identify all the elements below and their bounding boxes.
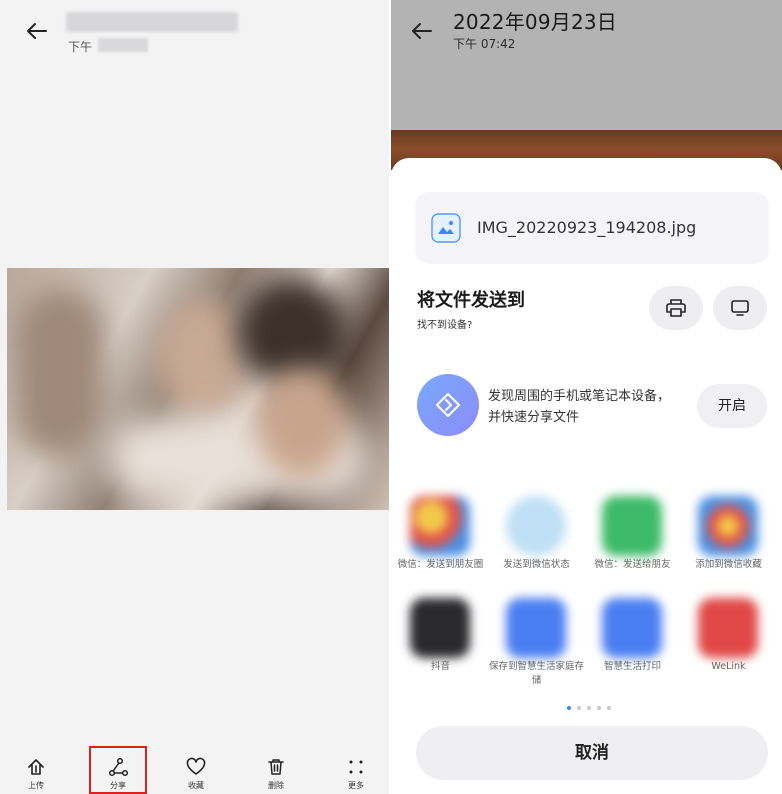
device-not-found-link[interactable]: 找不到设备? bbox=[417, 316, 472, 331]
wechat-status-icon bbox=[506, 496, 566, 556]
heart-icon bbox=[186, 757, 206, 775]
page-dot bbox=[607, 706, 611, 710]
app-label: 发送到微信状态 bbox=[503, 559, 570, 570]
page-dot-active bbox=[567, 706, 571, 710]
favorite-button[interactable]: 收藏 bbox=[170, 754, 222, 794]
page-indicator bbox=[567, 706, 627, 712]
app-label: 微信：发送到朋友圈 bbox=[397, 559, 484, 570]
wechat-favorites-icon bbox=[698, 496, 758, 556]
app-label: 微信：发送给朋友 bbox=[594, 559, 671, 570]
enable-button[interactable]: 开启 bbox=[697, 384, 767, 428]
page-dot bbox=[577, 706, 581, 710]
send-to-title: 将文件发送到 bbox=[417, 290, 525, 311]
app-label: 抖音 bbox=[430, 661, 450, 672]
blurred-photo[interactable] bbox=[7, 268, 390, 510]
file-card: IMG_20220923_194208.jpg bbox=[415, 192, 769, 264]
app-label: 智慧生活打印 bbox=[603, 661, 661, 672]
page-dot bbox=[587, 706, 591, 710]
bottom-toolbar: 上传 分享 收藏 删除 更多 bbox=[0, 754, 391, 794]
wechat-moments-icon bbox=[410, 496, 470, 556]
nearby-share-icon bbox=[417, 374, 479, 436]
smart-print-icon bbox=[602, 598, 662, 658]
nearby-share-line2: 并快速分享文件 bbox=[488, 410, 580, 425]
share-sheet: IMG_20220923_194208.jpg 将文件发送到 找不到设备? 发现… bbox=[391, 158, 782, 794]
page-dot bbox=[597, 706, 601, 710]
blurred-title bbox=[66, 12, 238, 32]
share-highlight-box bbox=[89, 746, 147, 794]
back-arrow-icon[interactable] bbox=[22, 16, 52, 46]
nearby-share-text: 发现周围的手机或笔记本设备， 并快速分享文件 bbox=[488, 386, 670, 428]
diamond-share-icon bbox=[436, 393, 460, 417]
screen-cast-button[interactable] bbox=[713, 286, 767, 330]
more-button[interactable]: 更多 bbox=[330, 754, 382, 794]
trash-icon bbox=[268, 759, 284, 775]
cancel-button[interactable]: 取消 bbox=[416, 726, 768, 780]
image-file-icon bbox=[431, 213, 461, 243]
welink-icon bbox=[698, 598, 758, 658]
photo-time-prefix: 下午 bbox=[68, 40, 93, 54]
photo-date-title: 2022年09月23日 bbox=[453, 10, 617, 34]
upload-button[interactable]: 上传 bbox=[10, 754, 62, 794]
delete-label: 删除 bbox=[268, 781, 284, 790]
app-label: WeLink bbox=[711, 661, 746, 672]
app-label: 添加到微信收藏 bbox=[695, 559, 762, 570]
favorite-label: 收藏 bbox=[188, 781, 204, 790]
delete-button[interactable]: 删除 bbox=[250, 754, 302, 794]
douyin-icon bbox=[410, 598, 470, 658]
blurred-time bbox=[98, 38, 148, 52]
photo-time: 下午 07:42 bbox=[453, 37, 516, 51]
printer-button[interactable] bbox=[649, 286, 703, 330]
more-icon bbox=[349, 760, 363, 774]
back-arrow-icon[interactable] bbox=[407, 16, 437, 46]
app-label: 保存到智慧生活家庭存储 bbox=[489, 661, 585, 686]
monitor-icon bbox=[731, 300, 749, 316]
upload-icon bbox=[28, 759, 44, 775]
wechat-icon bbox=[602, 496, 662, 556]
nearby-share-line1: 发现周围的手机或笔记本设备， bbox=[488, 389, 671, 404]
file-name: IMG_20220923_194208.jpg bbox=[477, 218, 697, 237]
share-sheet-panel: 2022年09月23日 下午 07:42 IMG_20220923_194208… bbox=[391, 0, 782, 794]
upload-label: 上传 bbox=[28, 781, 44, 790]
printer-icon bbox=[666, 299, 686, 317]
gallery-viewer-panel: 下午 上传 分享 收藏 删除 更多 bbox=[0, 0, 391, 794]
smart-life-icon bbox=[506, 598, 566, 658]
more-label: 更多 bbox=[348, 781, 364, 790]
